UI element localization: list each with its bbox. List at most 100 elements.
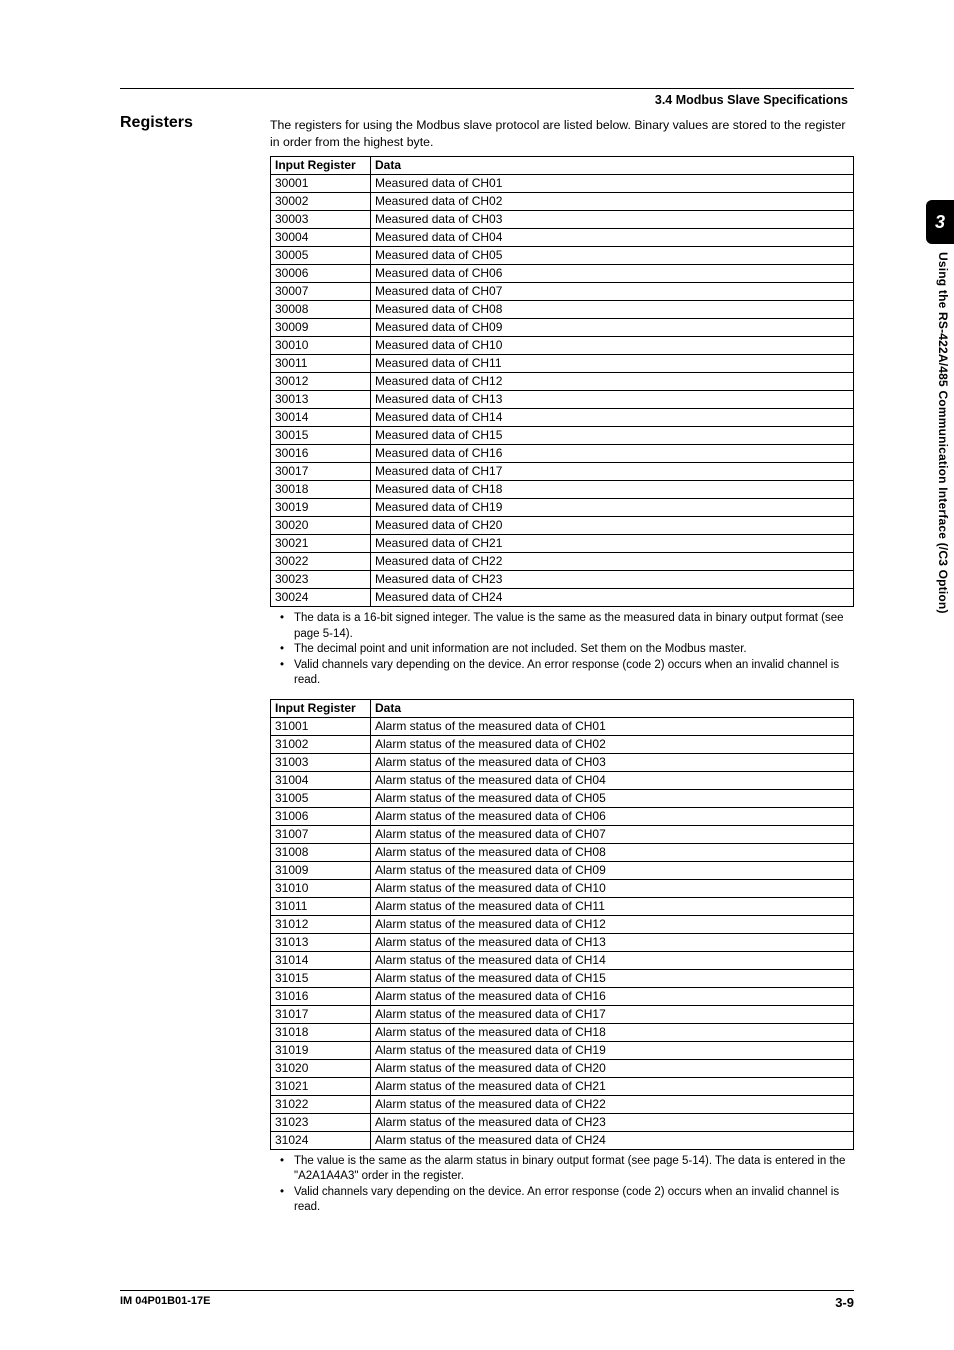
table-row: 30024Measured data of CH24: [271, 589, 854, 607]
data-cell: Measured data of CH21: [371, 535, 854, 553]
register-cell: 31020: [271, 1059, 371, 1077]
register-cell: 31004: [271, 771, 371, 789]
notes-table2: •The value is the same as the alarm stat…: [280, 1154, 854, 1216]
table-alarm-status: Input Register Data 31001Alarm status of…: [270, 699, 854, 1150]
table-row: 30019Measured data of CH19: [271, 499, 854, 517]
data-cell: Alarm status of the measured data of CH0…: [371, 807, 854, 825]
table-row: 30020Measured data of CH20: [271, 517, 854, 535]
data-cell: Measured data of CH12: [371, 373, 854, 391]
table-row: 30007Measured data of CH07: [271, 283, 854, 301]
table-row: 30003Measured data of CH03: [271, 211, 854, 229]
data-cell: Measured data of CH23: [371, 571, 854, 589]
table-row: 31023Alarm status of the measured data o…: [271, 1113, 854, 1131]
register-cell: 30002: [271, 193, 371, 211]
register-cell: 30021: [271, 535, 371, 553]
note-item: •The data is a 16-bit signed integer. Th…: [280, 611, 854, 642]
register-cell: 30009: [271, 319, 371, 337]
table-row: 31022Alarm status of the measured data o…: [271, 1095, 854, 1113]
data-cell: Measured data of CH11: [371, 355, 854, 373]
register-cell: 31018: [271, 1023, 371, 1041]
bullet-icon: •: [280, 642, 294, 658]
register-cell: 30024: [271, 589, 371, 607]
data-cell: Alarm status of the measured data of CH1…: [371, 1005, 854, 1023]
data-cell: Measured data of CH22: [371, 553, 854, 571]
bullet-icon: •: [280, 611, 294, 642]
register-cell: 31016: [271, 987, 371, 1005]
table-row: 31020Alarm status of the measured data o…: [271, 1059, 854, 1077]
data-cell: Alarm status of the measured data of CH2…: [371, 1077, 854, 1095]
section-header: 3.4 Modbus Slave Specifications: [120, 93, 854, 107]
table-row: 30010Measured data of CH10: [271, 337, 854, 355]
data-cell: Measured data of CH14: [371, 409, 854, 427]
data-cell: Alarm status of the measured data of CH2…: [371, 1131, 854, 1149]
table-row: 31018Alarm status of the measured data o…: [271, 1023, 854, 1041]
register-cell: 31017: [271, 1005, 371, 1023]
table-row: 30004Measured data of CH04: [271, 229, 854, 247]
bullet-icon: •: [280, 658, 294, 689]
table-row: 31024Alarm status of the measured data o…: [271, 1131, 854, 1149]
data-cell: Measured data of CH19: [371, 499, 854, 517]
bullet-icon: •: [280, 1154, 294, 1185]
data-cell: Alarm status of the measured data of CH0…: [371, 753, 854, 771]
table-row: 30016Measured data of CH16: [271, 445, 854, 463]
footer-doc-id: IM 04P01B01-17E: [120, 1295, 211, 1310]
table-row: 30011Measured data of CH11: [271, 355, 854, 373]
register-cell: 31019: [271, 1041, 371, 1059]
data-cell: Alarm status of the measured data of CH0…: [371, 717, 854, 735]
data-cell: Alarm status of the measured data of CH1…: [371, 1041, 854, 1059]
register-cell: 31014: [271, 951, 371, 969]
table-row: 30021Measured data of CH21: [271, 535, 854, 553]
data-cell: Measured data of CH13: [371, 391, 854, 409]
table-measured-data: Input Register Data 30001Measured data o…: [270, 156, 854, 607]
table-row: 31005Alarm status of the measured data o…: [271, 789, 854, 807]
table-row: 30008Measured data of CH08: [271, 301, 854, 319]
data-cell: Alarm status of the measured data of CH1…: [371, 987, 854, 1005]
register-cell: 30019: [271, 499, 371, 517]
data-cell: Alarm status of the measured data of CH1…: [371, 879, 854, 897]
register-cell: 30013: [271, 391, 371, 409]
table-row: 30009Measured data of CH09: [271, 319, 854, 337]
table-row: 30012Measured data of CH12: [271, 373, 854, 391]
data-cell: Measured data of CH10: [371, 337, 854, 355]
table-row: 30013Measured data of CH13: [271, 391, 854, 409]
register-cell: 31007: [271, 825, 371, 843]
register-cell: 30022: [271, 553, 371, 571]
data-cell: Measured data of CH17: [371, 463, 854, 481]
table1-col-0: Input Register: [271, 157, 371, 175]
register-cell: 31015: [271, 969, 371, 987]
register-cell: 30015: [271, 427, 371, 445]
register-cell: 31001: [271, 717, 371, 735]
table-row: 30014Measured data of CH14: [271, 409, 854, 427]
register-cell: 31022: [271, 1095, 371, 1113]
register-cell: 31008: [271, 843, 371, 861]
register-cell: 30016: [271, 445, 371, 463]
register-cell: 31013: [271, 933, 371, 951]
register-cell: 31010: [271, 879, 371, 897]
chapter-side-text: Using the RS-422A/485 Communication Inte…: [936, 252, 950, 614]
table2-col-0: Input Register: [271, 699, 371, 717]
register-cell: 30012: [271, 373, 371, 391]
data-cell: Alarm status of the measured data of CH1…: [371, 969, 854, 987]
table-row: 31012Alarm status of the measured data o…: [271, 915, 854, 933]
data-cell: Measured data of CH03: [371, 211, 854, 229]
table-row: 31011Alarm status of the measured data o…: [271, 897, 854, 915]
register-cell: 30005: [271, 247, 371, 265]
register-cell: 30001: [271, 175, 371, 193]
register-cell: 30023: [271, 571, 371, 589]
table-row: 30015Measured data of CH15: [271, 427, 854, 445]
data-cell: Alarm status of the measured data of CH0…: [371, 825, 854, 843]
data-cell: Measured data of CH16: [371, 445, 854, 463]
register-cell: 30018: [271, 481, 371, 499]
register-cell: 30008: [271, 301, 371, 319]
table-row: 30018Measured data of CH18: [271, 481, 854, 499]
data-cell: Alarm status of the measured data of CH0…: [371, 789, 854, 807]
data-cell: Alarm status of the measured data of CH0…: [371, 735, 854, 753]
register-cell: 30004: [271, 229, 371, 247]
register-cell: 31005: [271, 789, 371, 807]
table-row: 30002Measured data of CH02: [271, 193, 854, 211]
note-item: •The decimal point and unit information …: [280, 642, 854, 658]
data-cell: Measured data of CH04: [371, 229, 854, 247]
data-cell: Measured data of CH07: [371, 283, 854, 301]
data-cell: Alarm status of the measured data of CH0…: [371, 861, 854, 879]
data-cell: Alarm status of the measured data of CH1…: [371, 933, 854, 951]
